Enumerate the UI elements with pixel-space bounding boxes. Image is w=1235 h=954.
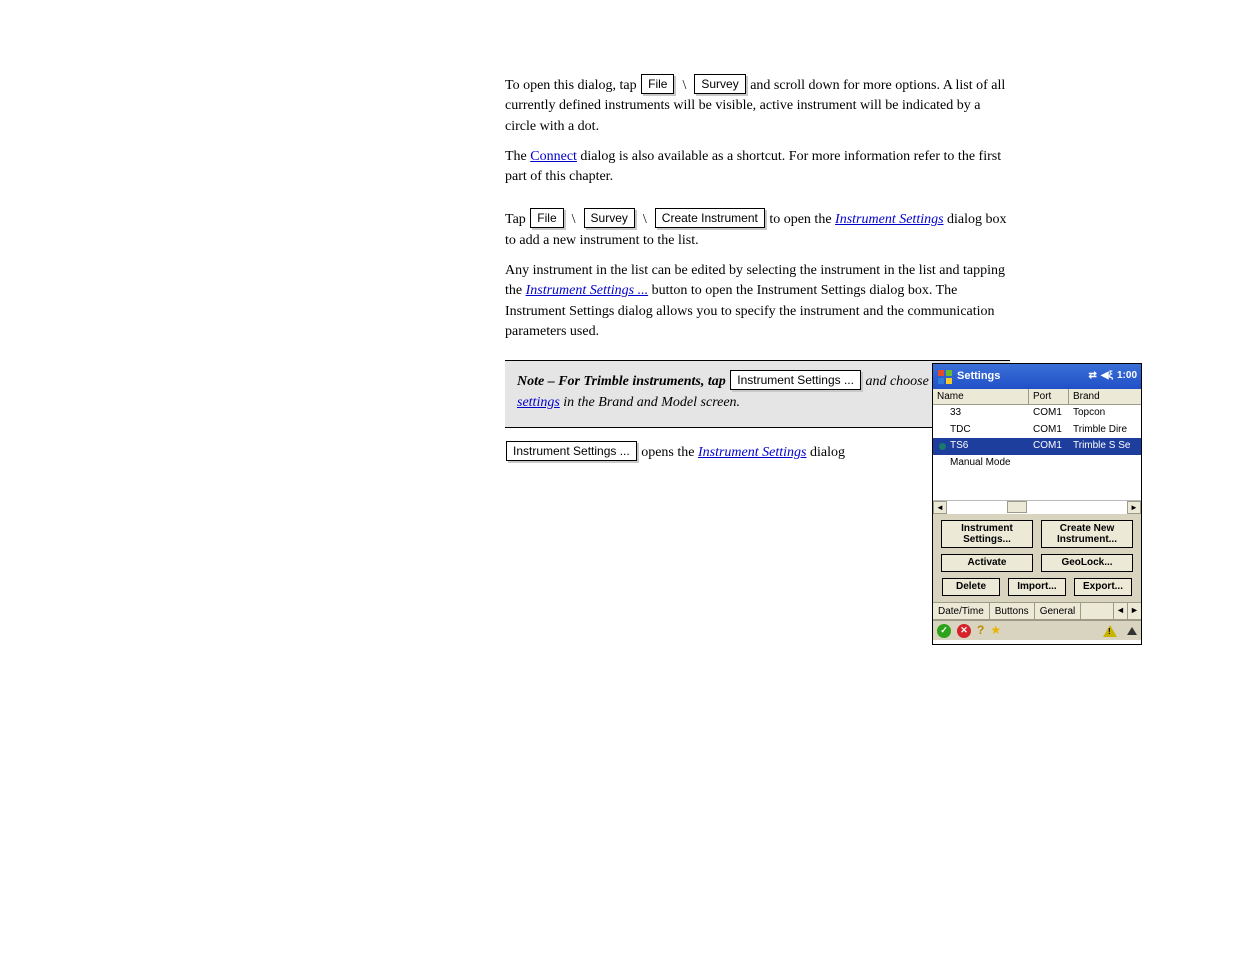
text: To open this dialog, tap: [505, 78, 640, 93]
instrument-settings-link-3[interactable]: Instrument Settings: [698, 445, 807, 460]
cancel-icon[interactable]: ✕: [957, 624, 971, 638]
create-instrument-button-ref: Create Instrument: [655, 208, 765, 228]
window-title: Settings: [957, 369, 1088, 385]
active-indicator-icon: [939, 443, 946, 450]
text: in the Brand and Model screen.: [563, 395, 740, 410]
cell-name: Manual Mode: [933, 456, 1029, 471]
keyboard-toggle-icon[interactable]: [1127, 627, 1137, 635]
survey-button-ref-2: Survey: [584, 208, 635, 228]
col-name[interactable]: Name: [933, 389, 1029, 404]
tab-buttons[interactable]: Buttons: [990, 603, 1035, 619]
cell-port: COM1: [1029, 406, 1069, 421]
instrument-settings-button-ref-2: Instrument Settings ...: [506, 441, 637, 461]
tab-datetime[interactable]: Date/Time: [933, 603, 990, 619]
scroll-left-icon[interactable]: ◄: [933, 501, 947, 514]
text: dialog is also available as a shortcut. …: [505, 149, 1001, 184]
col-port[interactable]: Port: [1029, 389, 1069, 404]
tab-general[interactable]: General: [1035, 603, 1082, 619]
geolock-button[interactable]: GeoLock...: [1041, 554, 1133, 572]
bottom-toolbar: ✓ ✕ ? ★: [933, 620, 1141, 640]
cell-brand: Trimble S Se: [1069, 439, 1141, 454]
active-indicator-icon: [939, 426, 946, 433]
table-row[interactable]: TS6COM1Trimble S Se: [933, 438, 1141, 455]
cell-name: 33: [933, 406, 1029, 421]
speaker-icon[interactable]: ◀ξ: [1101, 369, 1113, 384]
scroll-thumb[interactable]: [1007, 501, 1027, 513]
instrument-settings-button-ref-note: Instrument Settings ...: [730, 370, 861, 390]
favorite-icon[interactable]: ★: [990, 622, 1001, 639]
paragraph-4: Any instrument in the list can be edited…: [505, 261, 1010, 342]
text: Tap: [505, 212, 529, 227]
cell-port: [1029, 456, 1069, 471]
activate-button[interactable]: Activate: [941, 554, 1033, 572]
cell-brand: Topcon: [1069, 406, 1141, 421]
cell-name: TS6: [933, 439, 1029, 454]
button-panel: Instrument Settings... Create New Instru…: [933, 514, 1141, 602]
paragraph-2: The Connect dialog is also available as …: [505, 147, 1010, 188]
horizontal-scrollbar[interactable]: ◄ ►: [933, 500, 1141, 514]
cell-brand: Trimble Dire: [1069, 423, 1141, 438]
table-row[interactable]: 33COM1Topcon: [933, 405, 1141, 422]
tab-scroll-left-icon[interactable]: ◄: [1113, 603, 1127, 619]
ok-icon[interactable]: ✓: [937, 624, 951, 638]
col-brand[interactable]: Brand: [1069, 389, 1141, 404]
clock-text: 1:00: [1117, 369, 1137, 384]
export-button[interactable]: Export...: [1074, 578, 1132, 596]
text: and choose: [865, 374, 932, 389]
windows-logo-icon: [937, 369, 953, 385]
survey-button-ref: Survey: [694, 74, 745, 94]
instrument-settings-button[interactable]: Instrument Settings...: [941, 520, 1033, 548]
file-button-ref: File: [641, 74, 674, 94]
delete-button[interactable]: Delete: [942, 578, 1000, 596]
table-header: Name Port Brand: [933, 389, 1141, 405]
cell-brand: [1069, 456, 1141, 471]
import-button[interactable]: Import...: [1008, 578, 1066, 596]
paragraph-3: Tap File \ Survey \ Create Instrument to…: [505, 209, 1010, 251]
create-new-instrument-button[interactable]: Create New Instrument...: [1041, 520, 1133, 548]
tab-strip: Date/Time Buttons General ◄ ►: [933, 602, 1141, 620]
table-row[interactable]: Manual Mode: [933, 455, 1141, 472]
text: opens the: [641, 445, 698, 460]
connect-link[interactable]: Connect: [530, 149, 577, 164]
paragraph-1: To open this dialog, tap File \ Survey a…: [505, 75, 1010, 137]
pda-screenshot: Settings ⇄ ◀ξ 1:00 Name Port Brand 33COM…: [932, 363, 1142, 645]
text: The: [505, 149, 530, 164]
titlebar: Settings ⇄ ◀ξ 1:00: [933, 364, 1141, 389]
text: to open the: [769, 212, 835, 227]
cell-port: COM1: [1029, 439, 1069, 454]
active-indicator-icon: [939, 410, 946, 417]
cell-name: TDC: [933, 423, 1029, 438]
table-row[interactable]: TDCCOM1Trimble Dire: [933, 422, 1141, 439]
text: dialog: [810, 445, 845, 460]
scroll-right-icon[interactable]: ►: [1127, 501, 1141, 514]
table-body[interactable]: 33COM1TopconTDCCOM1Trimble DireTS6COM1Tr…: [933, 405, 1141, 500]
help-icon[interactable]: ?: [977, 622, 984, 639]
scroll-track[interactable]: [947, 501, 1127, 514]
connectivity-icon[interactable]: ⇄: [1088, 369, 1096, 384]
note-label: Note – For Trimble instruments, tap: [517, 374, 729, 389]
file-button-ref-2: File: [530, 208, 563, 228]
instrument-settings-link[interactable]: Instrument Settings: [835, 212, 944, 227]
tab-scroll-right-icon[interactable]: ►: [1127, 603, 1141, 619]
cell-port: COM1: [1029, 423, 1069, 438]
warning-icon[interactable]: [1103, 625, 1117, 637]
active-indicator-icon: [939, 459, 946, 466]
instrument-settings-link-2[interactable]: Instrument Settings ...: [526, 283, 649, 298]
